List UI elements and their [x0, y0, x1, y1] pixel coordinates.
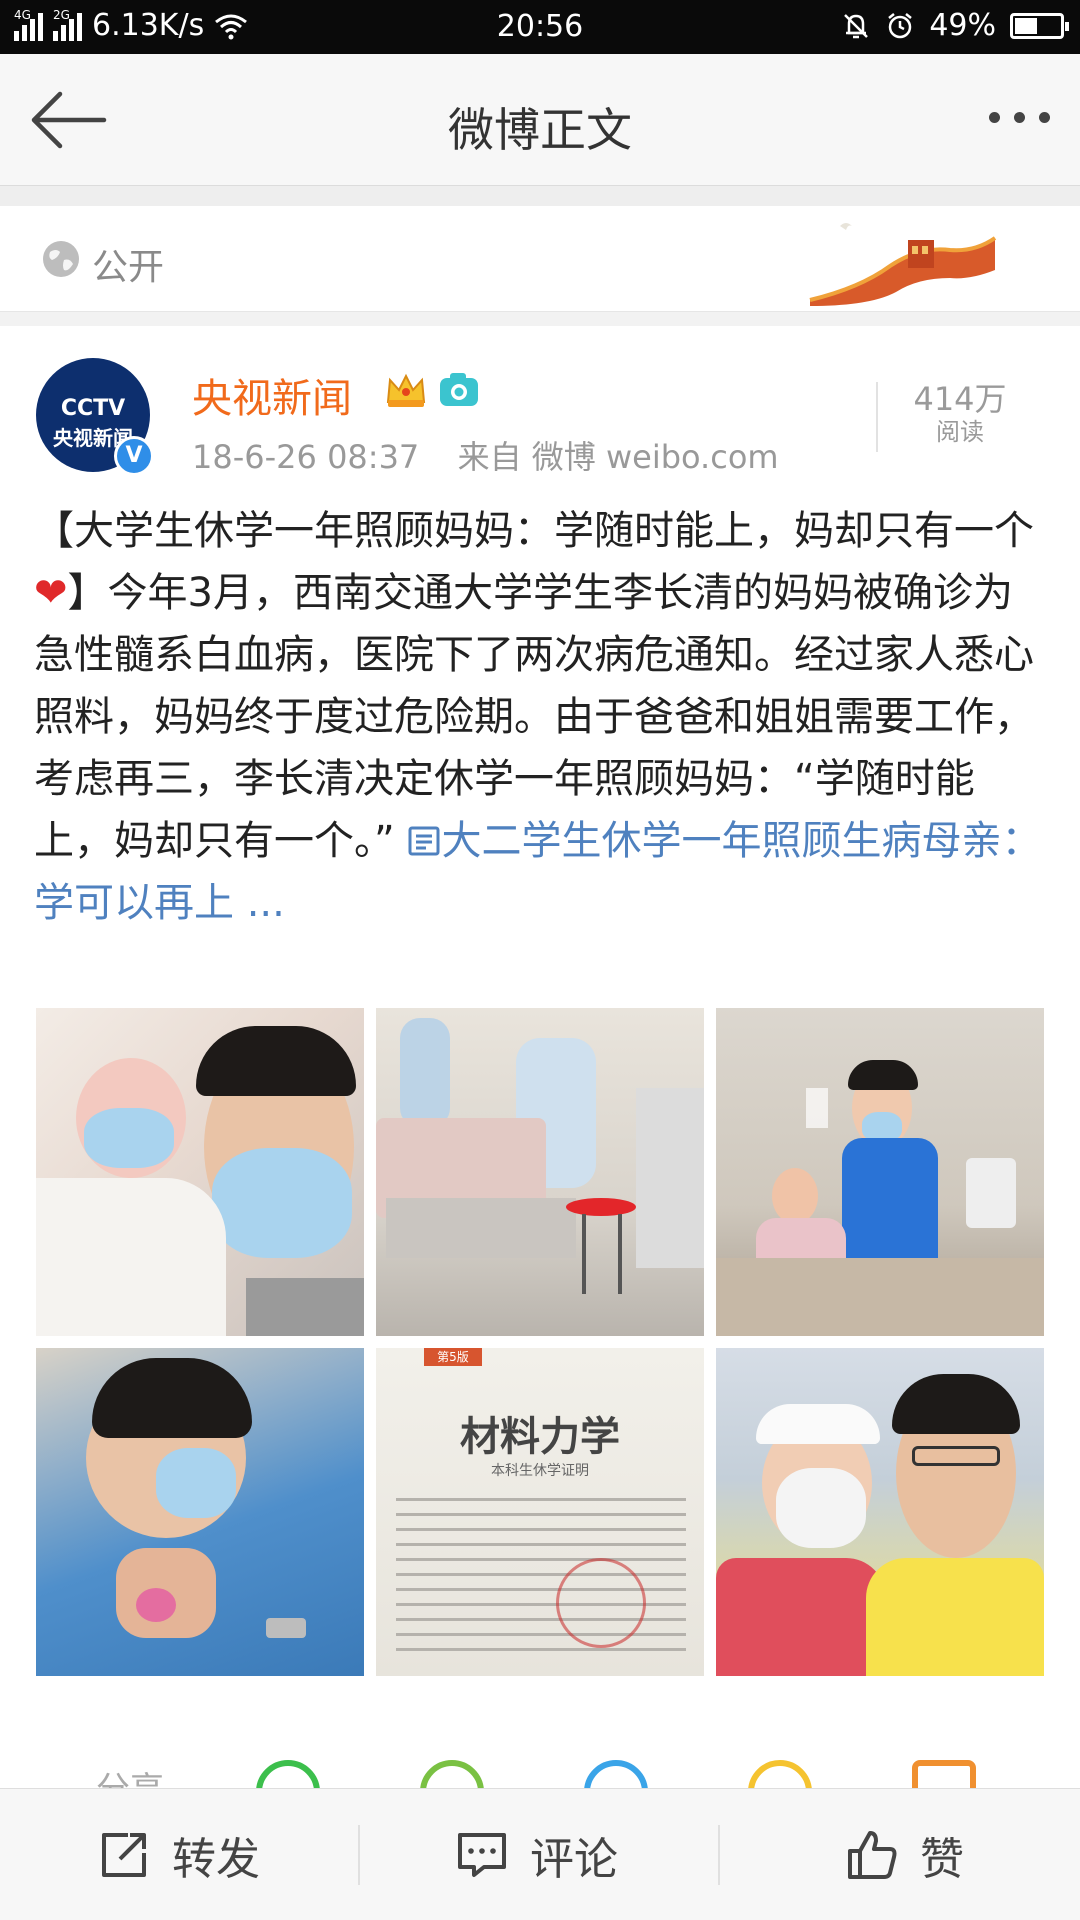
battery-fill — [1015, 17, 1037, 34]
heart-emoji-icon: ❤ — [34, 570, 68, 616]
thumbs-up-icon — [848, 1831, 897, 1879]
more-options-icon[interactable] — [989, 112, 1050, 123]
photo-1[interactable] — [36, 1008, 364, 1336]
share-row: 分享 — [0, 1750, 1080, 1790]
comment-button[interactable]: 评论 — [456, 1789, 618, 1920]
action-bar: 转发 评论 赞 — [0, 1788, 1080, 1920]
post-header: CCTV 央视新闻 V 央视新闻 18-6-26 08:37 来自 微博 wei… — [0, 326, 1080, 486]
repost-icon — [102, 1833, 146, 1877]
action-divider — [358, 1825, 360, 1885]
post-source: 来自 微博 weibo.com — [457, 438, 779, 476]
doc-text-lines — [396, 1498, 686, 1663]
qq-share-icon[interactable] — [584, 1760, 648, 1790]
action-divider — [718, 1825, 720, 1885]
moments-share-icon[interactable] — [420, 1760, 484, 1790]
wechat-share-icon[interactable] — [256, 1760, 320, 1790]
status-right: 49% — [841, 8, 1069, 43]
crown-member-icon[interactable] — [384, 370, 428, 410]
reads-divider — [876, 382, 878, 452]
post-meta: 18-6-26 08:37 来自 微博 weibo.com — [192, 432, 779, 478]
comment-icon — [458, 1833, 506, 1877]
nav-bar: 微博正文 — [0, 54, 1080, 186]
article-link-icon — [408, 826, 440, 856]
alarm-icon — [888, 12, 913, 38]
image-share-icon[interactable] — [912, 1760, 976, 1790]
comment-label: 评论 — [530, 1834, 618, 1885]
doc-subtitle: 本科生休学证明 — [491, 1463, 589, 1479]
great-wall-decoration-icon — [809, 223, 997, 306]
battery-percent: 49% — [929, 8, 996, 43]
battery-icon — [1010, 12, 1069, 39]
post-text-part1: 【大学生休学一年照顾妈妈：学随时能上，妈却只有一个 — [34, 508, 1034, 554]
like-button[interactable]: 赞 — [846, 1789, 964, 1920]
visibility-label: 公开 — [92, 247, 165, 288]
photo-5-document[interactable]: 第5版 材料力学 本科生休学证明 — [376, 1348, 704, 1676]
repost-label: 转发 — [172, 1834, 260, 1885]
post-time: 18-6-26 08:37 — [192, 438, 420, 476]
qzone-share-icon[interactable] — [748, 1760, 812, 1790]
section-divider — [0, 312, 1080, 326]
doc-edition-badge: 第5版 — [424, 1348, 482, 1366]
photo-2[interactable] — [376, 1008, 704, 1336]
reads-label: 阅读 — [936, 418, 984, 446]
page-title: 微博正文 — [448, 103, 632, 157]
photo-3[interactable] — [716, 1008, 1044, 1336]
divider — [0, 186, 1080, 206]
username[interactable]: 央视新闻 — [192, 366, 352, 424]
bell-off-icon — [844, 13, 869, 38]
like-label: 赞 — [920, 1834, 964, 1885]
camera-badge-icon[interactable] — [438, 370, 480, 410]
share-label: 分享 — [96, 1770, 164, 1790]
repost-button[interactable]: 转发 — [98, 1789, 260, 1920]
avatar-logo-text: CCTV — [60, 396, 126, 421]
doc-title: 材料力学 — [460, 1414, 620, 1460]
photo-grid: 第5版 材料力学 本科生休学证明 — [36, 1008, 1044, 1676]
globe-icon — [43, 241, 79, 277]
photo-6[interactable] — [716, 1348, 1044, 1676]
verified-badge-icon: V — [114, 436, 154, 476]
doc-stamp — [556, 1558, 646, 1648]
post-body: 【大学生休学一年照顾妈妈：学随时能上，妈却只有一个❤】今年3月，西南交通大学学生… — [34, 500, 1050, 934]
photo-4[interactable] — [36, 1348, 364, 1676]
status-bar: 4G 2G 6.13K/s 20:56 49% — [0, 0, 1080, 54]
visibility-bar: 公开 — [0, 206, 1080, 312]
